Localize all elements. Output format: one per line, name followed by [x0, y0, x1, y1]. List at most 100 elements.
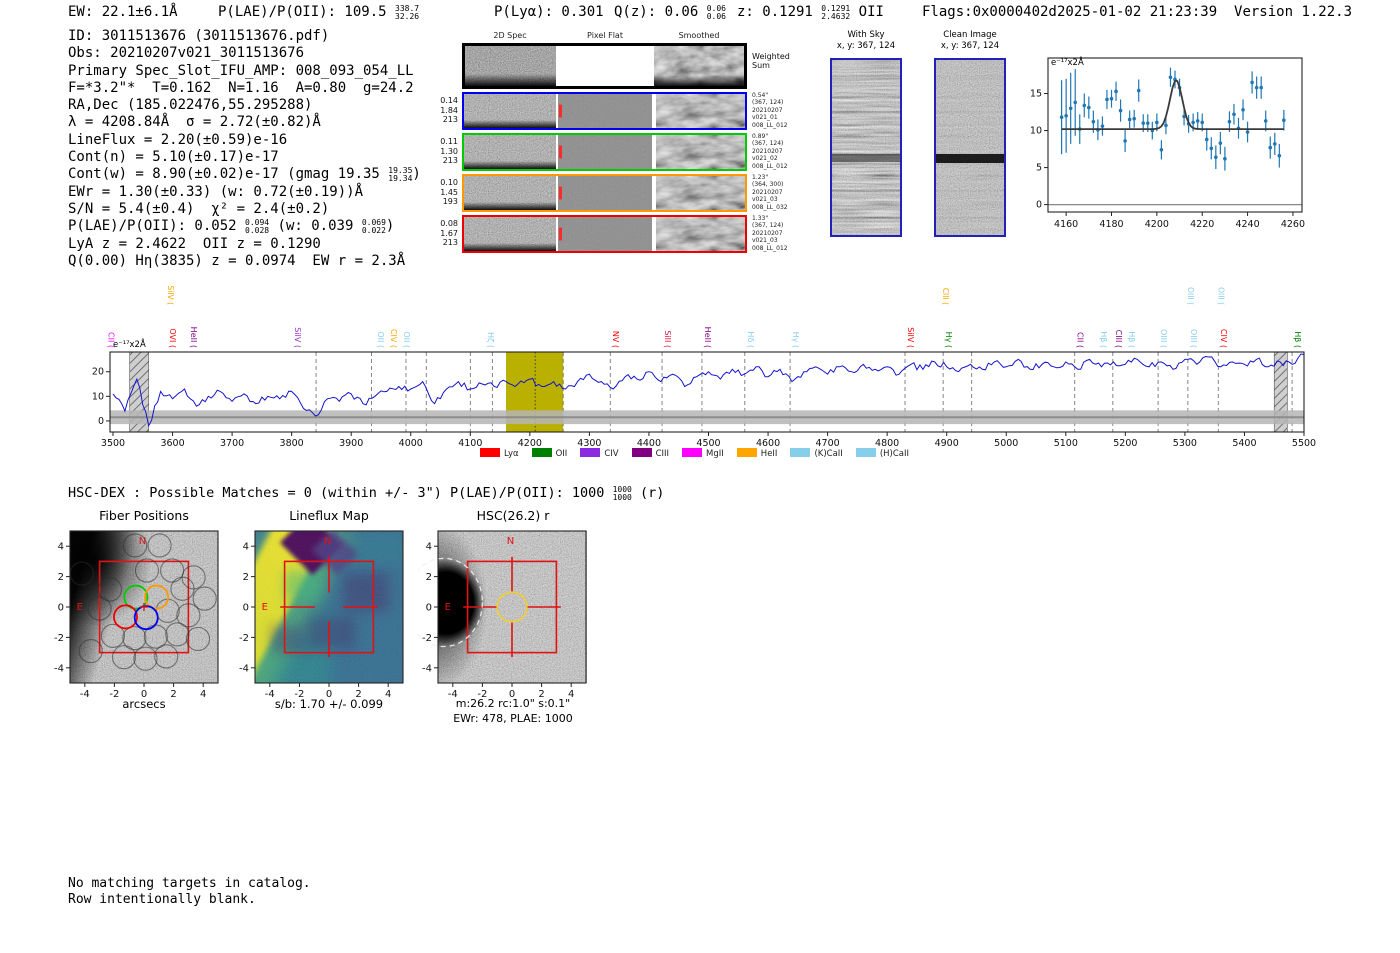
svg-text:4180: 4180 — [1099, 219, 1123, 230]
fiber-row-weights: 0.141.84213 — [428, 96, 458, 125]
legend-swatch — [580, 448, 600, 457]
plya-value: P(Lyα): 0.301 — [494, 4, 604, 20]
plae-value: P(LAE)/P(OII): 109.5 — [218, 4, 387, 20]
hsc-xlabel: m:26.2 rc:1.0" s:0.1" — [428, 697, 598, 710]
selected-fiber-circle — [135, 606, 158, 629]
svg-text:3600: 3600 — [160, 438, 184, 449]
svg-text:5400: 5400 — [1232, 438, 1256, 449]
legend-label: HeII — [761, 449, 778, 459]
fiber-cutout-row — [462, 92, 747, 130]
svg-text:-4: -4 — [239, 663, 249, 674]
aperture-circle — [497, 592, 527, 622]
svg-text:10: 10 — [1030, 126, 1042, 137]
svg-text:2: 2 — [243, 572, 249, 583]
emission-line-label: Hβ ( — [1099, 331, 1108, 348]
plae-uncertainty: 338.732.26 — [395, 5, 419, 21]
svg-text:5100: 5100 — [1054, 438, 1078, 449]
footer-note: No matching targets in catalog. Row inte… — [68, 876, 311, 907]
fiber-positions-overlay: 420-2-4-4-2024NE — [50, 529, 232, 705]
fiber-smoothed-image — [654, 135, 745, 169]
line-center-marker — [559, 146, 562, 159]
info-line: ID: 3011513676 (3011513676.pdf) — [68, 28, 421, 45]
hsc-cutout-overlay: 420-2-4-4-2024NE — [418, 529, 600, 705]
with-sky-title: With Sky — [826, 30, 906, 40]
fiber-smoothed-image — [654, 94, 745, 128]
footer-line-2: Row intentionally blank. — [68, 892, 311, 908]
legend-item: (K)CaII — [790, 448, 842, 459]
hsc-cutout-title: HSC(26.2) r — [428, 508, 598, 523]
hsc-dex-uncertainty: 10001000 — [613, 486, 632, 502]
fiber-row-weights: 0.111.30213 — [428, 137, 458, 166]
svg-text:4900: 4900 — [935, 438, 959, 449]
fiber-smoothed-image — [654, 176, 745, 210]
fiber-2d-spec-image — [464, 135, 556, 169]
line-center-marker — [559, 187, 562, 200]
legend-item: (H)CaII — [856, 448, 909, 459]
col-header-pixel-flat: Pixel Flat — [587, 31, 623, 40]
legend-label: CIII — [656, 449, 669, 459]
report-datetime: 2025-01-02 21:23:39 — [1057, 4, 1217, 20]
header-datetime: 2025-01-02 21:23:39 Version 1.22.3 — [1057, 4, 1352, 20]
fiber-row-info: 0.54"(367, 124)20210207v021_01008_LL_012 — [752, 92, 822, 129]
svg-text:5500: 5500 — [1292, 438, 1316, 449]
spectrum-line-legend: LyαOIICIVCIIIMgIIHeII(K)CaII(H)CaII — [480, 448, 909, 459]
info-line: F=*3.2"* T=0.162 N=1.16 A=0.80 g=24.2 — [68, 80, 421, 97]
line-fit-plot: 416041804200422042404260051015 — [1030, 45, 1370, 235]
uncertainty-fraction: 19.3519.34 — [388, 167, 412, 183]
svg-text:N: N — [139, 536, 146, 547]
emission-line-label: SiII ( — [663, 330, 672, 348]
emission-line-label: SiIV ( — [906, 327, 915, 348]
emission-line-label: CIII ( — [1114, 330, 1123, 348]
hsc-xlabel2: EWr: 478, PLAE: 1000 — [428, 712, 598, 725]
fit-plot-unit-label: e⁻¹⁷x2Å — [1051, 58, 1084, 68]
legend-label: CIV — [604, 449, 618, 459]
header-qz: Q(z): 0.06 0.060.06 — [614, 4, 726, 21]
legend-item: HeII — [737, 448, 778, 459]
info-line: Cont(w) = 8.90(±0.02)e-17 (gmag 19.35 19… — [68, 166, 421, 183]
legend-item: MgII — [682, 448, 724, 459]
info-line: Q(0.00) Hη(3835) z = 0.0974 EW r = 2.3Å — [68, 253, 421, 270]
fiber-2d-spec-image — [464, 94, 556, 128]
svg-text:4: 4 — [426, 542, 432, 553]
svg-text:5200: 5200 — [1113, 438, 1137, 449]
svg-text:5300: 5300 — [1173, 438, 1197, 449]
emission-line-label: CIII ( — [941, 288, 950, 305]
info-line: Primary Spec_Slot_IFU_AMP: 008_093_054_L… — [68, 63, 421, 80]
legend-label: MgII — [706, 449, 724, 459]
full-spectrum-plot: 3500360037003800390040004100420043004400… — [0, 272, 1340, 462]
emission-line-label: CII ( — [1076, 332, 1085, 348]
fiber-positions-title: Fiber Positions — [70, 508, 218, 523]
svg-text:5: 5 — [1036, 163, 1042, 174]
svg-text:0: 0 — [426, 603, 432, 614]
legend-swatch — [682, 448, 702, 457]
svg-text:0: 0 — [58, 603, 64, 614]
emission-line-label: Hζ ( — [486, 332, 495, 348]
emission-line-label: OIII ( — [1216, 287, 1225, 305]
hsc-dex-line: HSC-DEX : Possible Matches = 0 (within +… — [68, 485, 664, 502]
line-center-marker — [559, 105, 562, 118]
fiber-2d-spec-image — [464, 217, 556, 251]
svg-text:2: 2 — [58, 572, 64, 583]
svg-text:4240: 4240 — [1235, 219, 1259, 230]
svg-text:-2: -2 — [54, 633, 64, 644]
info-line: EWr = 1.30(±0.33) (w: 0.72(±0.19))Å — [68, 184, 421, 201]
svg-text:0: 0 — [243, 603, 249, 614]
legend-item: Lyα — [480, 448, 519, 459]
emission-line-label: OIII ( — [1159, 329, 1168, 348]
svg-text:4160: 4160 — [1054, 219, 1078, 230]
emission-line-label: NV ( — [611, 331, 620, 348]
fiber-row-weights: 0.101.45193 — [428, 178, 458, 207]
lineflux-xlabel: s/b: 1.70 +/- 0.099 — [245, 697, 413, 711]
z-value: z: 0.1291 — [737, 4, 813, 20]
fiber-pixel-flat-image — [558, 135, 652, 169]
uncertainty-fraction: 0.0940.028 — [245, 219, 269, 235]
qz-uncertainty: 0.060.06 — [707, 5, 726, 21]
emission-line-label: Hδ ( — [746, 331, 755, 348]
info-line: S/N = 5.4(±0.4) χ² = 2.4(±0.2) — [68, 201, 421, 218]
with-sky-cutout — [830, 58, 902, 237]
info-line: RA,Dec (185.022476,55.295288) — [68, 97, 421, 114]
emission-line-label: OVI ( — [168, 328, 177, 348]
header-plae: P(LAE)/P(OII): 109.5 338.732.26 — [218, 4, 419, 21]
svg-text:20: 20 — [92, 367, 104, 378]
selected-fiber-circle — [145, 586, 168, 609]
